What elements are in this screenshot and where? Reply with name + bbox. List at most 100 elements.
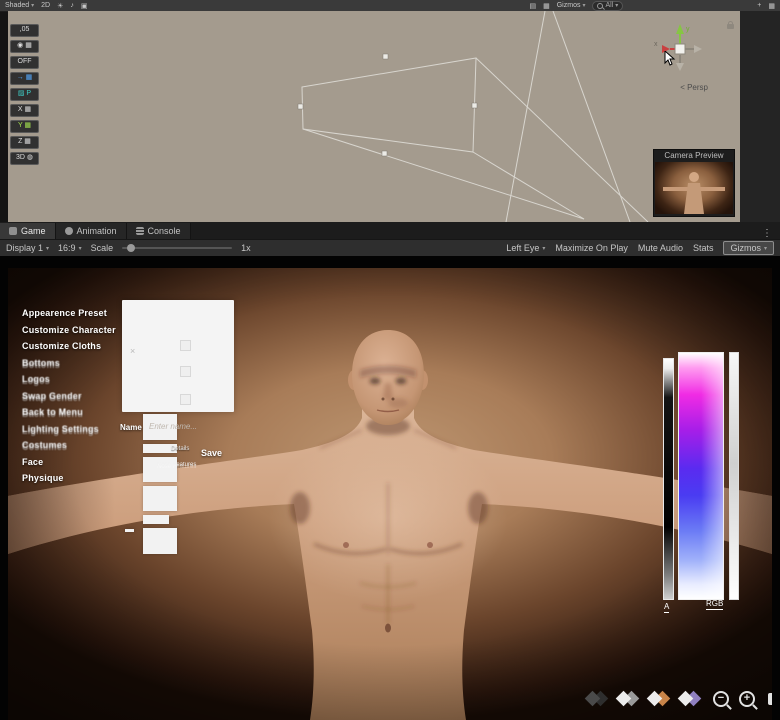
- rgb-gradient-bar[interactable]: [678, 352, 724, 600]
- layers-icon[interactable]: ▦: [768, 2, 775, 10]
- menu-item-bottoms[interactable]: Bottoms: [22, 358, 116, 368]
- svg-text:x: x: [654, 41, 658, 48]
- camera-frustum-wireframe: [297, 11, 649, 222]
- chevron-down-icon: ▾: [582, 3, 586, 9]
- eye-label: Left Eye: [506, 243, 540, 253]
- visibility-grid-button[interactable]: ◉ ▦: [10, 40, 39, 53]
- camera-preview-panel: Camera Preview: [653, 149, 735, 217]
- menu-item-customize-character[interactable]: Customize Character: [22, 325, 116, 335]
- perspective-label[interactable]: < Persp: [680, 83, 708, 92]
- scene-search-box[interactable]: All ▾: [592, 0, 624, 11]
- shaded-dropdown[interactable]: Shaded ▾: [5, 2, 34, 9]
- console-tab-icon: [135, 227, 144, 235]
- menu-item-physique[interactable]: Physique: [22, 473, 116, 483]
- tab-console[interactable]: Console: [126, 223, 191, 239]
- display-dropdown[interactable]: Display 1 ▾: [6, 243, 49, 253]
- paint-grid-button[interactable]: ▨ P: [10, 88, 39, 101]
- menu-item-lighting-settings[interactable]: Lighting Settings: [22, 424, 116, 434]
- game-render-area[interactable]: Appearence Preset Customize Character Cu…: [8, 268, 772, 720]
- camera-preview-title: Camera Preview: [654, 150, 734, 162]
- scene-side-panel: [740, 11, 780, 222]
- scale-slider[interactable]: [122, 244, 233, 252]
- details-label: Details: [171, 446, 190, 452]
- camera-button[interactable]: [768, 692, 772, 705]
- tab-game[interactable]: Game: [0, 223, 56, 239]
- camera-preview-image: [655, 162, 733, 214]
- 2d-toggle[interactable]: 2D: [41, 2, 50, 9]
- scale-value: 1x: [241, 243, 251, 253]
- quality-diamond-3[interactable]: [646, 690, 672, 707]
- search-scope-label: All: [605, 2, 614, 9]
- tab-animation[interactable]: Animation: [55, 223, 127, 239]
- maximize-on-play-button[interactable]: Maximize On Play: [555, 243, 628, 253]
- tool-a-icon[interactable]: ▤: [529, 2, 536, 10]
- tab-console-label: Console: [147, 226, 181, 236]
- game-view-toolbar: Display 1 ▾ 16:9 ▾ Scale 1x Left Eye ▾ M…: [0, 239, 780, 257]
- animation-tab-icon: [64, 227, 73, 235]
- gizmos-dropdown-top[interactable]: Gizmos ▾: [557, 2, 586, 9]
- chevron-down-icon: ▾: [542, 245, 546, 252]
- aspect-ratio-dropdown[interactable]: 16:9 ▾: [58, 243, 82, 253]
- name-label: Name: [120, 423, 142, 432]
- mute-audio-button[interactable]: Mute Audio: [638, 243, 683, 253]
- move-grid-button[interactable]: → ▦: [10, 72, 39, 85]
- game-tab-icon: [9, 227, 17, 235]
- 3d-mode-button[interactable]: 3D ◍: [10, 152, 39, 165]
- scale-slider-knob[interactable]: [127, 244, 136, 252]
- tab-game-label: Game: [21, 226, 46, 236]
- view-tab-bar: Game Animation Console ⋮: [0, 222, 780, 239]
- scene-view[interactable]: ,05 ◉ ▦ OFF → ▦ ▨ P X ▦ Y ▦ Z ▦ 3D ◍ y x…: [8, 11, 740, 222]
- character-menu: Appearence Preset Customize Character Cu…: [22, 308, 116, 490]
- search-icon: [597, 2, 604, 9]
- game-view: Appearence Preset Customize Character Cu…: [0, 256, 780, 720]
- x-axis-grid-button[interactable]: X ▦: [10, 104, 39, 117]
- chevron-down-icon: ▾: [615, 3, 619, 9]
- ui-panel-fragment: [143, 486, 177, 511]
- name-input[interactable]: [147, 419, 229, 433]
- menu-item-face[interactable]: Face: [22, 457, 116, 467]
- light-icon[interactable]: ☀: [57, 2, 63, 10]
- shaded-label: Shaded: [5, 2, 30, 9]
- z-axis-grid-button[interactable]: Z ▦: [10, 136, 39, 149]
- tab-menu-icon[interactable]: ⋮: [754, 228, 780, 239]
- menu-item-customize-cloths[interactable]: Customize Cloths: [22, 341, 116, 351]
- chevron-down-icon: ▾: [763, 245, 767, 252]
- add-icon[interactable]: +: [757, 2, 761, 9]
- gizmos-button[interactable]: Gizmos ▾: [723, 241, 774, 255]
- ui-panel-fragment: [143, 528, 177, 554]
- y-axis-grid-button[interactable]: Y ▦: [10, 120, 39, 133]
- chevron-down-icon: ▾: [78, 245, 82, 252]
- gizmo-lock-icon[interactable]: [727, 21, 734, 29]
- off-toggle-button[interactable]: OFF: [10, 56, 39, 69]
- grid-icon[interactable]: ▦: [543, 2, 550, 10]
- viewport-icon-row: − +: [584, 690, 772, 707]
- game-toolbar-right: Left Eye ▾ Maximize On Play Mute Audio S…: [506, 241, 774, 255]
- menu-item-appearance-preset[interactable]: Appearence Preset: [22, 308, 116, 318]
- quality-diamond-2[interactable]: [615, 690, 641, 707]
- value-gradient-bar[interactable]: [729, 352, 739, 600]
- snap-value-button[interactable]: ,05: [10, 24, 39, 37]
- menu-item-back-to-menu[interactable]: Back to Menu: [22, 407, 116, 417]
- quality-diamond-4[interactable]: [677, 690, 703, 707]
- zoom-in-button[interactable]: +: [739, 690, 755, 707]
- close-icon[interactable]: ×: [130, 346, 135, 356]
- unity-editor-window: Shaded ▾ 2D ☀ ♪ ▣ ▤ ▦ Gizmos ▾ All ▾ + ▦: [0, 0, 780, 720]
- ui-panel-fragment: [143, 515, 169, 524]
- zoom-out-button[interactable]: −: [713, 690, 729, 707]
- aspect-label: 16:9: [58, 243, 76, 253]
- audio-icon[interactable]: ♪: [70, 2, 74, 9]
- menu-item-logos[interactable]: Logos: [22, 374, 116, 384]
- alpha-gradient-bar[interactable]: [663, 358, 674, 600]
- menu-item-costumes[interactable]: Costumes: [22, 440, 116, 450]
- fx-icon[interactable]: ▣: [81, 2, 88, 10]
- quality-diamond-1[interactable]: [584, 690, 610, 707]
- stats-button[interactable]: Stats: [693, 243, 714, 253]
- eye-dropdown[interactable]: Left Eye ▾: [506, 243, 545, 253]
- transition-panel: ×: [122, 300, 234, 412]
- menu-item-swap-gender[interactable]: Swap Gender: [22, 391, 116, 401]
- gizmos-button-label: Gizmos: [730, 243, 761, 253]
- alpha-label: A: [664, 602, 670, 613]
- chevron-down-icon: ▾: [46, 245, 50, 252]
- nose-features-label: Nose Features: [157, 462, 197, 468]
- save-button[interactable]: Save: [195, 447, 228, 459]
